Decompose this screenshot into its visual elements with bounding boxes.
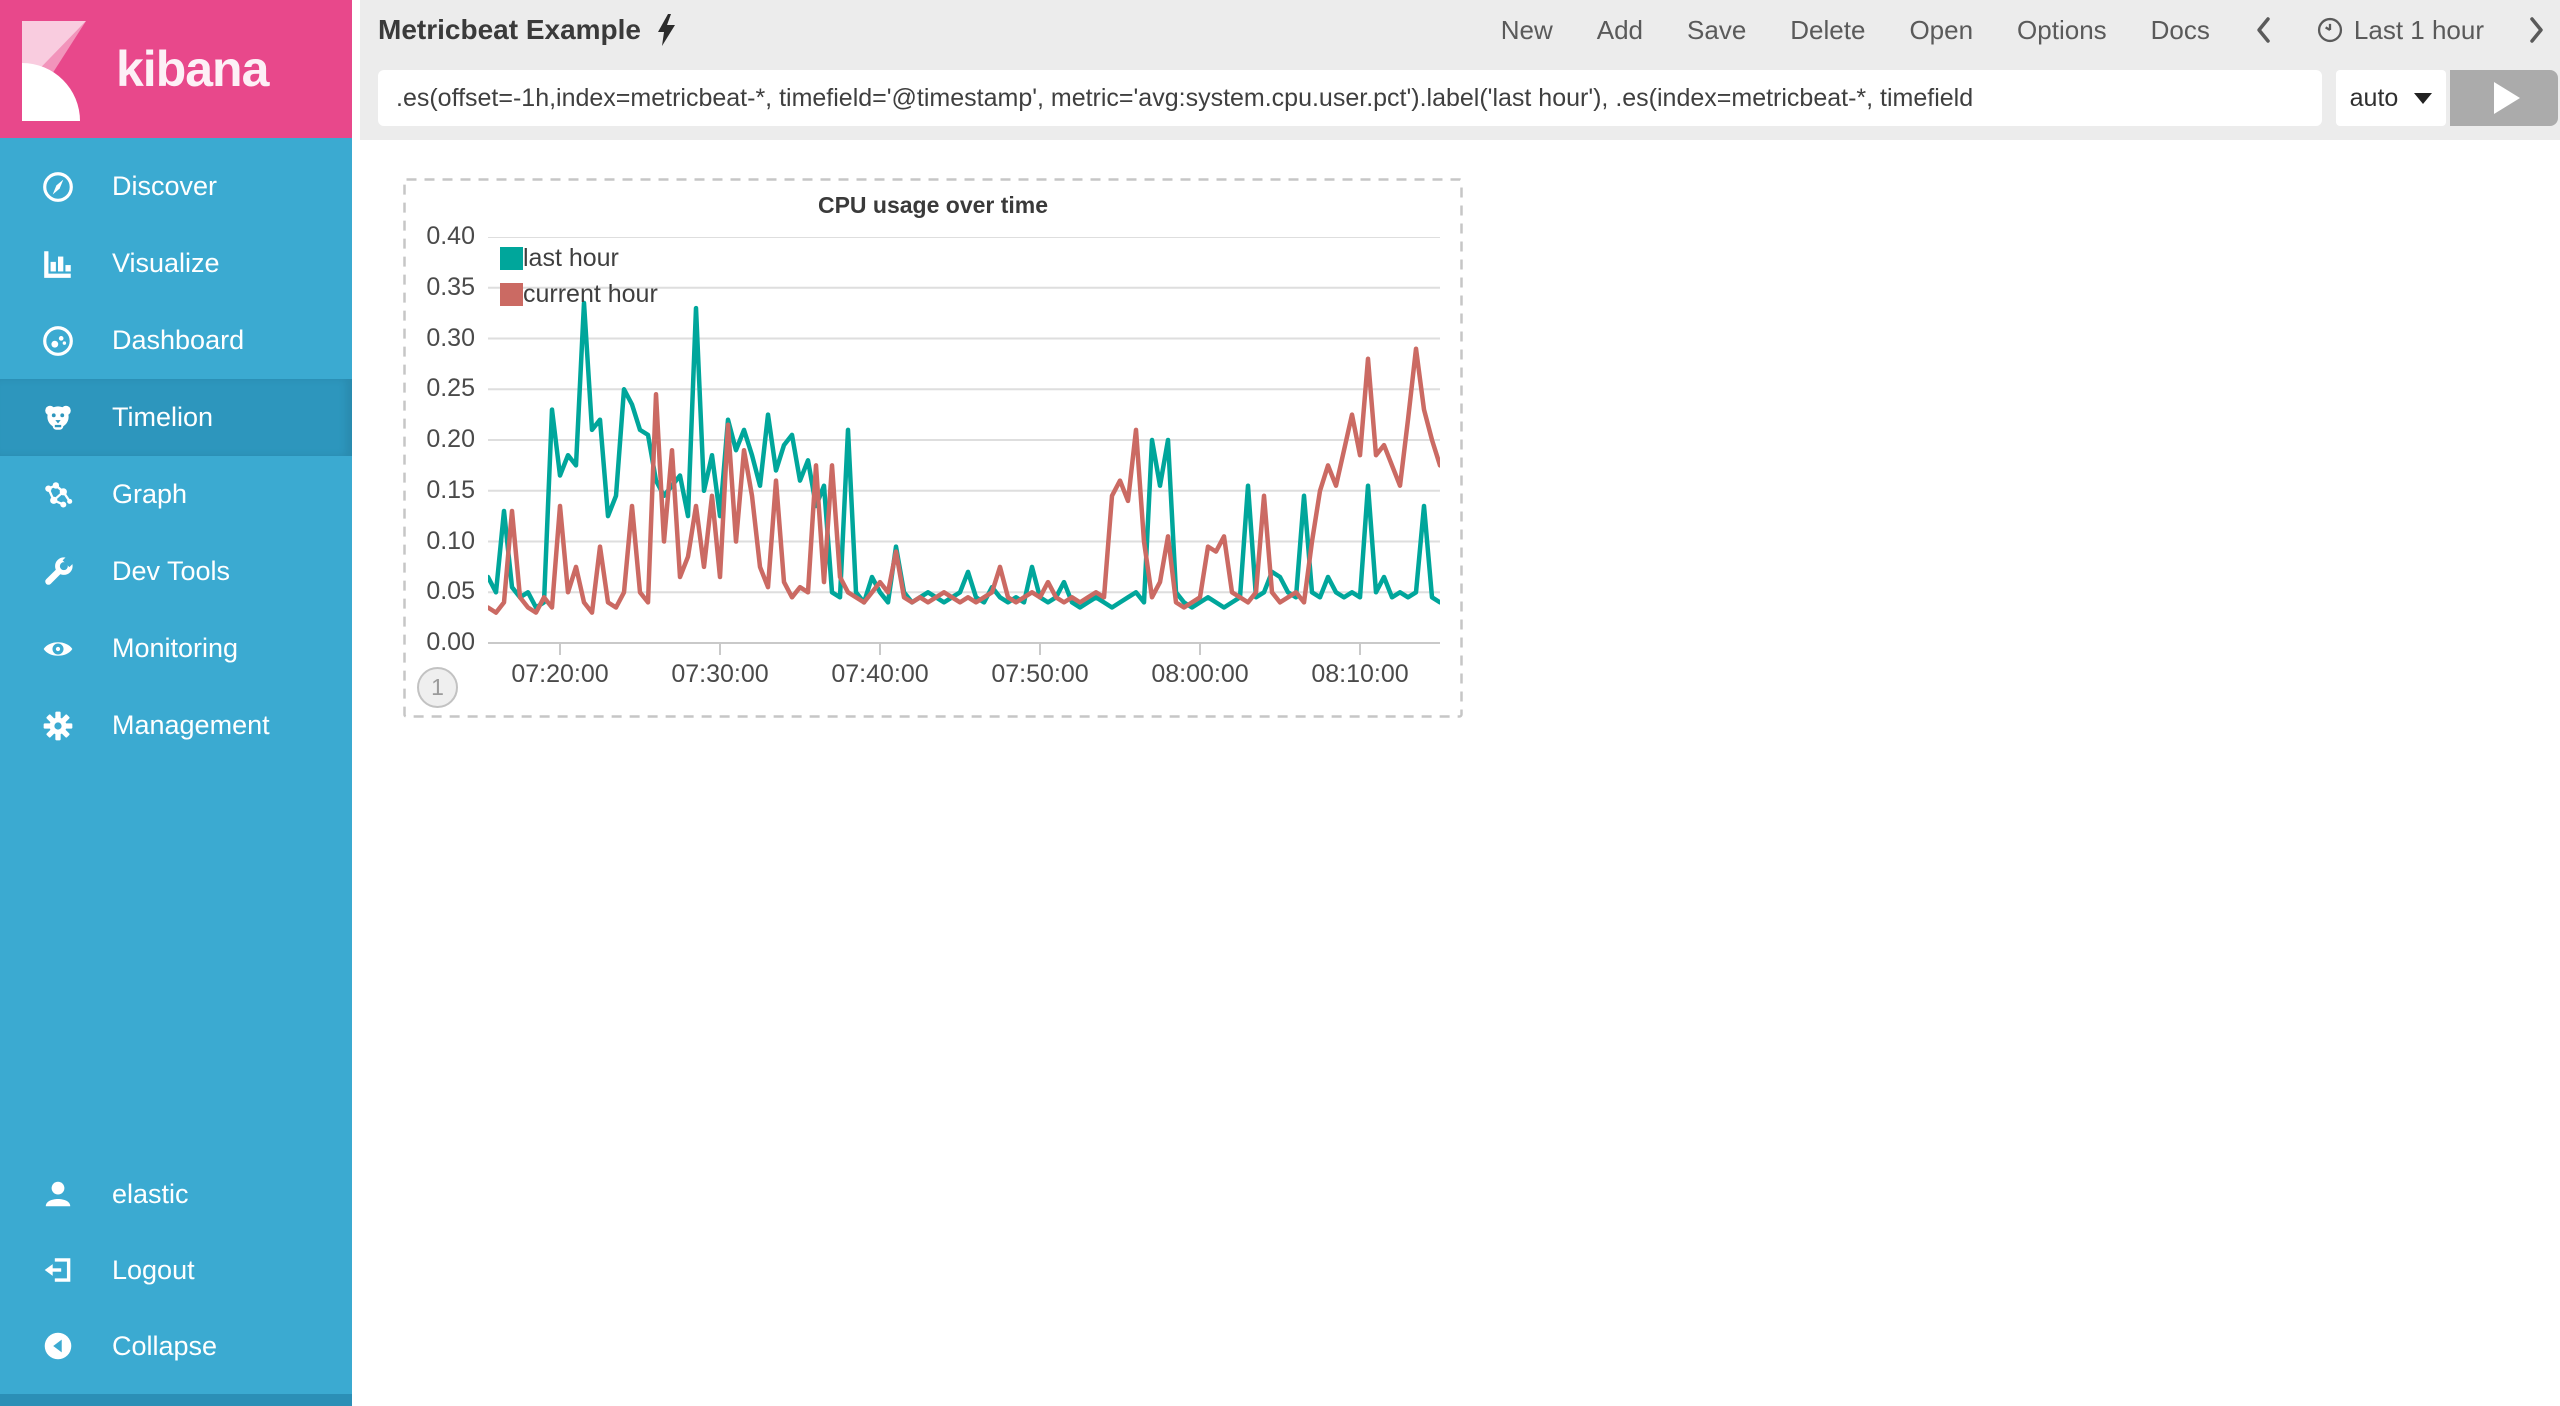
lightning-bolt-icon [658,14,675,46]
x-axis-label: 07:30:00 [671,660,769,688]
legend-item[interactable]: current hour [500,280,658,309]
sidebar-item-timelion[interactable]: Timelion [0,379,352,456]
time-picker-button[interactable]: Last 1 hour [2316,15,2484,46]
sidebar-item-label: Collapse [112,1330,218,1361]
caret-down-icon [2414,92,2433,104]
sidebar-item-label: Dashboard [112,325,245,355]
timelion-chart-panel[interactable]: CPU usage over time 0.00 0.05 0.10 0.15 0.20… [403,178,1463,718]
y-axis-label: 0.25 [426,374,475,403]
logout-icon [40,1252,76,1288]
gear-icon [40,708,76,744]
y-axis-label: 0.15 [426,475,475,504]
sidebar-bottom-strip [0,1394,352,1406]
lion-icon [40,400,76,436]
y-axis-label: 0.35 [426,272,475,301]
play-icon [2494,82,2520,114]
sidebar-item-label: Dev Tools [112,556,231,586]
y-axis-label: 0.05 [426,577,475,606]
sidebar-item-graph[interactable]: Graph [0,456,352,533]
sidebar-item-dev-tools[interactable]: Dev Tools [0,533,352,610]
options-button[interactable]: Options [2017,15,2107,46]
kibana-logo[interactable]: kibana [0,0,352,138]
legend-label: last hour [523,244,619,272]
network-icon [40,477,76,513]
legend-swatch [500,283,523,306]
delete-button[interactable]: Delete [1790,15,1865,46]
legend-label: current hour [523,280,658,308]
sidebar-item-collapse[interactable]: Collapse [0,1308,352,1384]
timelion-expression-input[interactable] [378,70,2322,126]
sidebar-footer: elastic Logout Collapse [0,1156,352,1384]
topbar: Metricbeat Example New Add Save Delete O… [360,0,2560,140]
topbar-menu: New Add Save Delete Open Options Docs La… [1501,0,2546,60]
save-button[interactable]: Save [1687,15,1746,46]
sidebar-item-label: Management [112,710,270,740]
sidebar-item-discover[interactable]: Discover [0,148,352,225]
main-nav: Discover Visualize Dashboard Timelion Gr… [0,148,352,764]
y-axis-label: 0.10 [426,526,475,555]
sidebar-item-dashboard[interactable]: Dashboard [0,302,352,379]
y-axis-label: 0.40 [426,222,475,250]
chevron-left-icon [2257,17,2270,43]
wrench-icon [40,554,76,590]
chart-legend: last hour current hour [500,244,658,316]
interval-value: auto [2349,83,2399,112]
interval-select[interactable]: auto [2336,70,2446,126]
title-row: Metricbeat Example [378,0,677,60]
user-icon [40,1176,76,1212]
sidebar-item-monitoring[interactable]: Monitoring [0,610,352,687]
time-forward-button[interactable] [2528,15,2546,45]
collapse-circle-icon [40,1328,76,1364]
open-button[interactable]: Open [1909,15,1973,46]
x-axis-label: 07:20:00 [511,660,609,688]
gauge-icon [40,323,76,359]
add-button[interactable]: Add [1597,15,1643,46]
clock-icon [2317,17,2342,43]
docs-button[interactable]: Docs [2151,15,2210,46]
sidebar-item-label: elastic [112,1178,189,1209]
legend-item[interactable]: last hour [500,244,658,273]
x-axis-label: 07:40:00 [831,660,929,688]
chart-title: CPU usage over time [817,192,1049,218]
chevron-right-icon [2530,17,2543,43]
sidebar-item-label: Timelion [112,402,214,432]
sidebar: kibana Discover Visualize Dashboard Time… [0,0,352,1406]
sidebar-item-user-elastic[interactable]: elastic [0,1156,352,1232]
bar-chart-icon [40,246,76,282]
page-title: Metricbeat Example [378,14,641,45]
sidebar-item-label: Monitoring [112,633,239,663]
sidebar-item-management[interactable]: Management [0,687,352,764]
x-axis-label: 07:50:00 [991,660,1089,688]
y-axis-label: 0.00 [426,628,475,656]
sidebar-item-label: Visualize [112,248,220,278]
eye-icon [40,631,76,667]
panel-index-badge: 1 [417,667,458,708]
query-row: auto [378,70,2558,126]
compass-icon [40,169,76,205]
sidebar-item-visualize[interactable]: Visualize [0,225,352,302]
y-axis-label: 0.20 [426,425,475,453]
sidebar-item-logout[interactable]: Logout [0,1232,352,1308]
y-axis-label: 0.30 [426,323,475,352]
series-line-last-hour [488,300,1440,610]
time-range-label: Last 1 hour [2353,14,2484,45]
run-query-button[interactable] [2450,70,2558,126]
time-back-button[interactable] [2254,15,2272,45]
sidebar-item-label: Graph [112,479,188,509]
logo-wordmark: kibana [116,41,269,97]
x-axis-label: 08:10:00 [1311,660,1409,688]
new-button[interactable]: New [1501,15,1553,46]
sidebar-item-label: Logout [112,1254,195,1285]
x-axis-label: 08:00:00 [1151,660,1249,688]
kibana-logo-icon [22,21,86,121]
sidebar-item-label: Discover [112,171,218,201]
legend-swatch [500,247,523,270]
